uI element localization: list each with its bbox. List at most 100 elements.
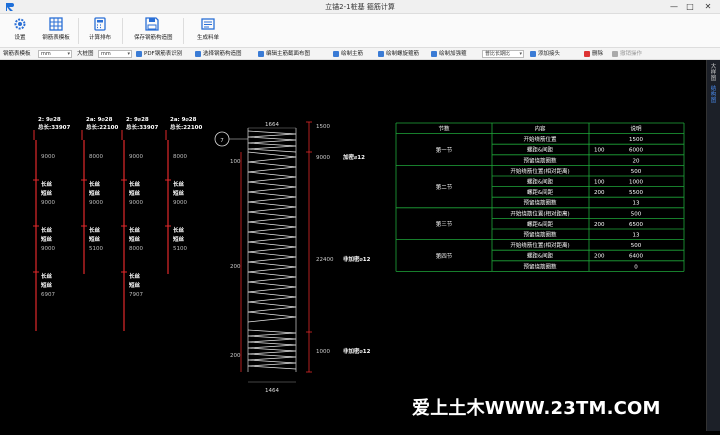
table-section-name: 第三节 (436, 220, 453, 228)
select-drawing-button[interactable]: 选择钢筋构造图 (195, 50, 242, 58)
draw-stirrup-label: 绘制加强箍 (439, 51, 467, 57)
window-title: 立锚2-1桩基 箍筋计算 (325, 3, 395, 11)
table-cell-value: 6400 (629, 254, 643, 260)
thread-label: 短丝 (41, 281, 53, 289)
table-cell-content: 预留绕筋圈数 (523, 262, 557, 270)
segment-length: 9000 (129, 154, 143, 160)
table-cell-content: 预留绕筋圈数 (523, 199, 557, 207)
stirrup-icon (431, 50, 437, 57)
segment-length: 5100 (89, 246, 103, 252)
undo-label: 撤销操作 (620, 51, 643, 57)
thread-label: 长丝 (173, 180, 185, 188)
toolbar: 钢筋表模板 mm 大桩图 mm PDF钢筋表识别 选择钢筋构造图 编辑主筋截面布… (0, 48, 720, 60)
table-cell-content: 开始绕筋位置(相对距离) (510, 167, 569, 175)
bar-total-length: 总长:33907 (126, 123, 159, 131)
segment-length: 8000 (173, 154, 187, 160)
left-dimension: 100 (230, 159, 241, 165)
drawing-select-label: 大桩图 (77, 51, 94, 57)
thread-label: 长丝 (173, 226, 185, 234)
settings-button[interactable]: 设置 (2, 16, 38, 46)
side-tab-detail[interactable]: 大样图 (710, 64, 718, 82)
table-cell-value: 5500 (629, 190, 643, 196)
save-drawing-button[interactable]: 保存钢筋构造图 (134, 16, 173, 46)
length-select[interactable]: 普比长期比 (482, 50, 524, 58)
title-bar: 立锚2-1桩基 箍筋计算 — □ ✕ (0, 0, 720, 14)
add-hook-button[interactable]: 添加接头 (530, 50, 560, 58)
left-dimension: 200 (230, 264, 241, 270)
ribbon: 设置 钢筋表模板 计算排布 保存钢筋构造图 生成料单 (0, 14, 720, 48)
edit-drawing-button[interactable]: 编辑主筋截面布图 (258, 50, 310, 58)
bar-total-length: 总长:22100 (86, 123, 119, 131)
template-button[interactable]: 钢筋表模板 (38, 16, 74, 46)
add-hook-label: 添加接头 (538, 51, 561, 57)
draw-main-button[interactable]: 绘制主筋 (333, 50, 363, 58)
delete-icon (584, 50, 590, 57)
side-tab-structure[interactable]: 结构图 (710, 86, 718, 104)
pdf-icon (136, 50, 142, 57)
segment-length: 9000 (129, 200, 143, 206)
table-cell-value: 500 (631, 211, 642, 217)
draw-spiral-label: 绘制螺旋箍筋 (386, 51, 420, 57)
delete-button[interactable]: 删除 (584, 50, 603, 58)
thread-label: 长丝 (129, 272, 141, 280)
cad-drawing[interactable]: 2: 9⌀28总长:339079000长丝短丝9000长丝短丝9000长丝短丝6… (0, 60, 706, 431)
watermark: 爱上土木WWW.23TM.COM (412, 398, 661, 419)
minimize-button[interactable]: — (668, 1, 680, 12)
drawing-canvas[interactable]: 2: 9⌀28 总长:33907 9000 长丝 短丝 9000 长丝 短丝 9000 长丝 短丝 6… (0, 60, 706, 431)
table-cell-content: 螺距&间距 (527, 252, 554, 260)
pdf-recognize-button[interactable]: PDF钢筋表识别 (136, 50, 182, 58)
bar-header: 2: 9⌀28 (126, 117, 149, 123)
callout-number: 7 (220, 138, 224, 144)
segment-length: 9000 (173, 200, 187, 206)
bar-header: 2: 9⌀28 (38, 117, 61, 123)
draw-stirrup-button[interactable]: 绘制加强箍 (431, 50, 467, 58)
table-cell-content: 开始绕筋位置(相对距离) (510, 209, 569, 217)
table-cell-content: 螺距&间距 (527, 146, 554, 154)
spiral-main (247, 151, 297, 323)
table-cell-content: 螺距&间距 (527, 178, 554, 186)
add-icon (530, 50, 536, 57)
thread-label: 短丝 (41, 235, 53, 243)
segment-length: 9000 (89, 200, 103, 206)
table-header: 内容 (534, 125, 546, 133)
undo-button[interactable]: 撤销操作 (612, 50, 642, 58)
table-header: 节数 (438, 125, 450, 133)
table-cell-content: 预留绕筋圈数 (523, 156, 557, 164)
segment-length: 9000 (41, 246, 55, 252)
settings-label: 设置 (14, 35, 26, 41)
unit-select-1[interactable]: mm (38, 50, 72, 58)
table-cell-value: 200 (594, 190, 605, 196)
segment-length: 7907 (129, 292, 143, 298)
table-cell-value: 6500 (629, 222, 643, 228)
calc-label: 计算排布 (88, 35, 111, 41)
table-cell-value: 6000 (629, 148, 643, 154)
right-dimension: 1000 (316, 349, 330, 355)
table-cell-value: 20 (633, 158, 640, 164)
bar-header: 2a: 9⌀28 (86, 117, 113, 123)
segment-length: 8000 (129, 246, 143, 252)
select-drawing-label: 选择钢筋构造图 (203, 51, 242, 57)
segment-length: 9000 (41, 154, 55, 160)
thread-label: 长丝 (129, 226, 141, 234)
thread-label: 短丝 (129, 281, 141, 289)
thread-label: 长丝 (89, 180, 101, 188)
table-cell-value: 1000 (629, 180, 643, 186)
calc-button[interactable]: 计算排布 (82, 16, 118, 46)
thread-label: 短丝 (89, 189, 101, 197)
maximize-button[interactable]: □ (684, 1, 696, 12)
spiral-bottom-width: 1464 (265, 388, 279, 394)
close-button[interactable]: ✕ (702, 1, 714, 12)
table-cell-value: 500 (631, 243, 642, 249)
table-cell-value: 200 (594, 222, 605, 228)
template-label: 钢筋表模板 (42, 35, 70, 41)
generate-list-button[interactable]: 生成料单 (190, 16, 226, 46)
draw-main-label: 绘制主筋 (341, 51, 364, 57)
thread-label: 短丝 (129, 189, 141, 197)
table-cell-content: 螺距&间距 (527, 188, 554, 196)
table-header: 说明 (630, 125, 642, 133)
draw-spiral-button[interactable]: 绘制螺旋箍筋 (378, 50, 419, 58)
unit-select-2[interactable]: mm (98, 50, 132, 58)
thread-label: 短丝 (89, 235, 101, 243)
edit-drawing-label: 编辑主筋截面布图 (266, 51, 311, 57)
spiral-note: 加密⌀12 (342, 153, 365, 161)
